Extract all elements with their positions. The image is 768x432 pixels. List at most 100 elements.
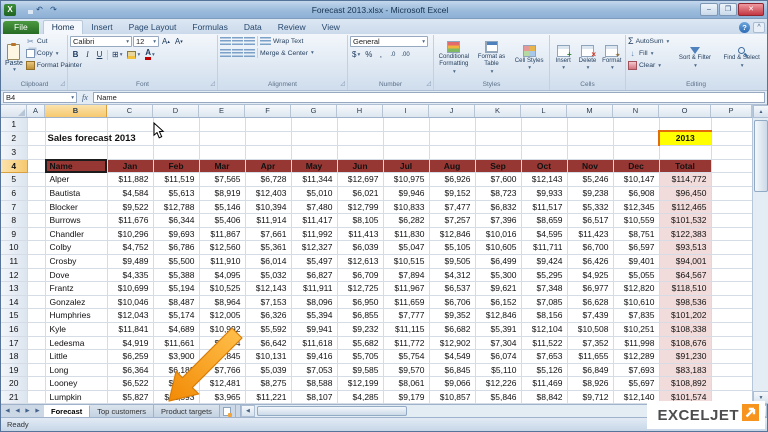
- save-button[interactable]: [19, 3, 32, 16]
- cell-B14[interactable]: Gonzalez: [45, 295, 107, 309]
- cell-N13[interactable]: $12,820: [613, 282, 659, 296]
- table-header-Sep[interactable]: Sep: [475, 159, 521, 173]
- col-header-E[interactable]: E: [199, 105, 245, 117]
- cell-D17[interactable]: $11,661: [153, 336, 199, 350]
- cell-D20[interactable]: $5,382: [153, 377, 199, 391]
- cell-H18[interactable]: $5,705: [337, 350, 383, 364]
- cell-D18[interactable]: $3,900: [153, 350, 199, 364]
- cell-K12[interactable]: $5,300: [475, 268, 521, 282]
- cell-O13[interactable]: $118,510: [659, 282, 711, 296]
- align-right-icon[interactable]: [244, 49, 255, 57]
- cell-P9[interactable]: [711, 227, 752, 241]
- dialog-launcher-icon[interactable]: ◿: [426, 79, 431, 89]
- cell-K15[interactable]: $12,846: [475, 309, 521, 323]
- cell-J2[interactable]: [429, 131, 475, 146]
- cell-O6[interactable]: $96,450: [659, 186, 711, 200]
- cell-O5[interactable]: $114,772: [659, 173, 711, 187]
- col-header-F[interactable]: F: [245, 105, 291, 117]
- cell-G15[interactable]: $5,394: [291, 309, 337, 323]
- redo-button[interactable]: ↷: [47, 3, 60, 16]
- cell-H7[interactable]: $12,799: [337, 200, 383, 214]
- cell-H21[interactable]: $4,285: [337, 390, 383, 404]
- cell-C12[interactable]: $4,335: [107, 268, 153, 282]
- cell-B20[interactable]: Looney: [45, 377, 107, 391]
- row-header-5[interactable]: 5: [1, 173, 27, 187]
- fx-icon[interactable]: fx: [79, 93, 91, 102]
- cell-B17[interactable]: Ledesma: [45, 336, 107, 350]
- cell-E10[interactable]: $12,560: [199, 241, 245, 255]
- cell-L14[interactable]: $7,085: [521, 295, 567, 309]
- col-header-J[interactable]: J: [429, 105, 475, 117]
- table-header-Total[interactable]: Total: [659, 159, 711, 173]
- col-header-B[interactable]: B: [45, 105, 107, 117]
- cell-D13[interactable]: $5,194: [153, 282, 199, 296]
- cell-A11[interactable]: [27, 254, 45, 268]
- cell-K7[interactable]: $6,832: [475, 200, 521, 214]
- col-header-I[interactable]: I: [383, 105, 429, 117]
- vertical-scrollbar[interactable]: ▲ ▼: [752, 105, 768, 404]
- cell-I8[interactable]: $6,282: [383, 214, 429, 228]
- cell-G5[interactable]: $11,344: [291, 173, 337, 187]
- cell-C9[interactable]: $10,296: [107, 227, 153, 241]
- cell-O15[interactable]: $101,202: [659, 309, 711, 323]
- align-center-icon[interactable]: [232, 49, 243, 57]
- align-top-icon[interactable]: [220, 37, 231, 45]
- cell-D2[interactable]: [153, 131, 199, 146]
- col-header-A[interactable]: A: [27, 105, 45, 117]
- cell-N6[interactable]: $6,908: [613, 186, 659, 200]
- cell-N14[interactable]: $10,610: [613, 295, 659, 309]
- table-header-Mar[interactable]: Mar: [199, 159, 245, 173]
- cell-F11[interactable]: $6,014: [245, 254, 291, 268]
- col-header-P[interactable]: P: [711, 105, 752, 117]
- align-left-icon[interactable]: [220, 49, 231, 57]
- cell-M5[interactable]: $5,246: [567, 173, 613, 187]
- cell-P20[interactable]: [711, 377, 752, 391]
- tab-page-layout[interactable]: Page Layout: [121, 21, 185, 34]
- tab-file[interactable]: File: [3, 21, 39, 34]
- cell-J3[interactable]: [429, 146, 475, 160]
- cell-L16[interactable]: $12,104: [521, 322, 567, 336]
- cell-C16[interactable]: $11,841: [107, 322, 153, 336]
- help-icon[interactable]: ?: [739, 22, 750, 33]
- dialog-launcher-icon[interactable]: ◿: [340, 79, 345, 89]
- cell-G3[interactable]: [291, 146, 337, 160]
- close-button[interactable]: ✕: [738, 3, 764, 16]
- cell-E5[interactable]: $7,565: [199, 173, 245, 187]
- cell-F17[interactable]: $6,642: [245, 336, 291, 350]
- cell-O11[interactable]: $94,001: [659, 254, 711, 268]
- cell-F21[interactable]: $11,221: [245, 390, 291, 404]
- col-header-C[interactable]: C: [107, 105, 153, 117]
- cell-C1[interactable]: [107, 118, 153, 131]
- cell-N15[interactable]: $7,835: [613, 309, 659, 323]
- cell-A9[interactable]: [27, 227, 45, 241]
- cell-G14[interactable]: $8,096: [291, 295, 337, 309]
- cell-K17[interactable]: $7,304: [475, 336, 521, 350]
- cell-N2[interactable]: [613, 131, 659, 146]
- cell-A6[interactable]: [27, 186, 45, 200]
- cell-C18[interactable]: $6,259: [107, 350, 153, 364]
- cell-P5[interactable]: [711, 173, 752, 187]
- cell-G18[interactable]: $9,416: [291, 350, 337, 364]
- cell-P19[interactable]: [711, 363, 752, 377]
- table-header-Jul[interactable]: Jul: [383, 159, 429, 173]
- row-header-4[interactable]: 4: [1, 159, 27, 173]
- paste-button[interactable]: Paste▾: [4, 36, 24, 80]
- cell-O16[interactable]: $108,338: [659, 322, 711, 336]
- cell-K5[interactable]: $7,600: [475, 173, 521, 187]
- cell-L13[interactable]: $7,348: [521, 282, 567, 296]
- cell-M11[interactable]: $6,426: [567, 254, 613, 268]
- cell-M14[interactable]: $6,628: [567, 295, 613, 309]
- cell-P12[interactable]: [711, 268, 752, 282]
- cell-B12[interactable]: Dove: [45, 268, 107, 282]
- row-header-15[interactable]: 15: [1, 309, 27, 323]
- first-sheet-button[interactable]: ◀: [3, 408, 12, 414]
- cell-F19[interactable]: $5,039: [245, 363, 291, 377]
- merge-center-button[interactable]: Merge & Center▾: [260, 50, 314, 57]
- cell-G12[interactable]: $6,827: [291, 268, 337, 282]
- currency-format-button[interactable]: $▾: [350, 49, 362, 60]
- cell-A7[interactable]: [27, 200, 45, 214]
- font-size-select[interactable]: 12▾: [133, 36, 159, 47]
- cell-A13[interactable]: [27, 282, 45, 296]
- cell-B7[interactable]: Blocker: [45, 200, 107, 214]
- shrink-font-button[interactable]: A▾: [173, 36, 185, 47]
